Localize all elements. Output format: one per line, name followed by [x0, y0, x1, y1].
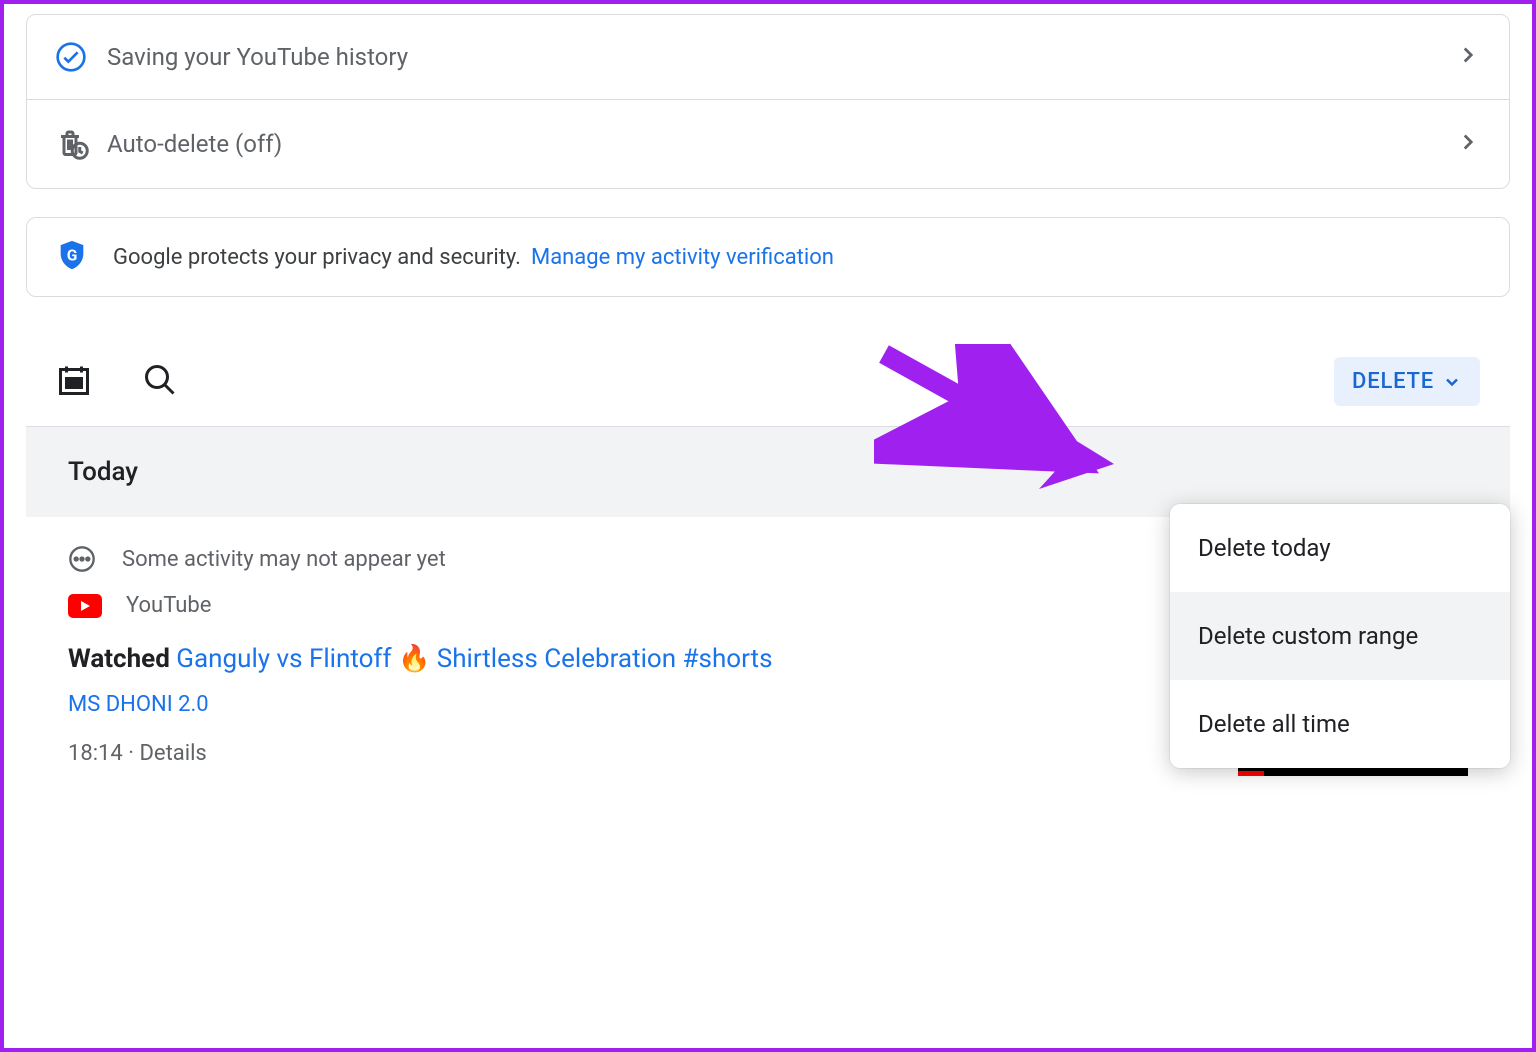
progress-bar: [1238, 771, 1264, 776]
activity-prefix: Watched: [68, 644, 176, 674]
privacy-text: Google protects your privacy and securit…: [113, 245, 521, 270]
settings-card: Saving your YouTube history Auto-delete …: [26, 14, 1510, 189]
chevron-right-icon: [1455, 129, 1481, 159]
history-row[interactable]: Saving your YouTube history: [27, 15, 1509, 99]
autodelete-row[interactable]: Auto-delete (off): [27, 99, 1509, 188]
delete-dropdown: Delete today Delete custom range Delete …: [1170, 504, 1510, 768]
activity-video-link[interactable]: Ganguly vs Flintoff 🔥 Shirtless Celebrat…: [176, 644, 772, 674]
dropdown-delete-today[interactable]: Delete today: [1170, 504, 1510, 592]
search-icon[interactable]: [142, 362, 178, 402]
dropdown-delete-custom-range[interactable]: Delete custom range: [1170, 592, 1510, 680]
svg-text:G: G: [67, 247, 78, 265]
activity-toolbar: DELETE: [26, 337, 1510, 426]
autodelete-label: Auto-delete (off): [107, 130, 1455, 158]
delete-button[interactable]: DELETE: [1334, 357, 1480, 406]
activity-title: Watched Ganguly vs Flintoff 🔥 Shirtless …: [68, 644, 1198, 674]
activity-details-link[interactable]: Details: [139, 741, 206, 766]
privacy-link[interactable]: Manage my activity verification: [531, 245, 834, 270]
delete-label: DELETE: [1352, 369, 1434, 394]
chevron-down-icon: [1442, 372, 1462, 392]
autodelete-icon: [55, 126, 95, 162]
check-circle-icon: [55, 41, 95, 73]
meta-sep: ·: [123, 741, 140, 766]
activity-time: 18:14: [68, 741, 123, 766]
privacy-card: G Google protects your privacy and secur…: [26, 217, 1510, 297]
chevron-right-icon: [1455, 42, 1481, 72]
youtube-icon: [68, 594, 102, 618]
more-horiz-icon: [68, 545, 96, 573]
notice-text: Some activity may not appear yet: [122, 547, 446, 572]
history-label: Saving your YouTube history: [107, 43, 1455, 71]
calendar-icon[interactable]: [56, 362, 92, 402]
dropdown-delete-all-time[interactable]: Delete all time: [1170, 680, 1510, 768]
activity-channel-link[interactable]: MS DHONI 2.0: [68, 692, 1198, 717]
activity-meta: 18:14 · Details: [68, 741, 1198, 766]
youtube-label: YouTube: [126, 593, 211, 618]
shield-icon: G: [55, 238, 89, 276]
